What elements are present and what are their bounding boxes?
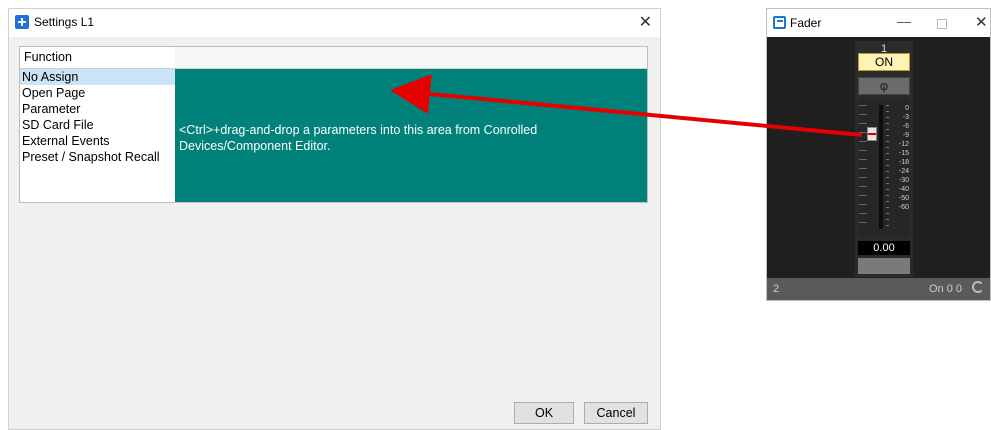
scale-label: -40 (898, 186, 909, 193)
channel-strip: 1 ON φ 0 -3 -6 -9 -12 -15 -18 -24 -30 -4… (855, 41, 913, 277)
maximize-icon[interactable] (937, 19, 947, 29)
function-header: Function (20, 47, 176, 69)
fader-titlebar: Fader — ✕ (767, 9, 990, 37)
scale-label: -30 (898, 177, 909, 184)
fader-window: Fader — ✕ 1 ON φ 0 -3 -6 -9 -12 -15 -18 … (766, 8, 991, 301)
fader-footer: 2 On 0 0 (767, 278, 990, 300)
scale-label: -12 (898, 141, 909, 148)
fader-title: Fader (790, 16, 822, 30)
function-list: Function No Assign Open Page Parameter S… (19, 46, 177, 203)
minimize-icon[interactable]: — (897, 13, 911, 29)
dialog-titlebar: Settings L1 ✕ (9, 9, 660, 37)
function-item-external-events[interactable]: External Events (20, 133, 176, 149)
editor-icon (773, 16, 786, 29)
on-button[interactable]: ON (858, 53, 910, 71)
dialog-title: Settings L1 (34, 15, 95, 29)
function-item-preset-snapshot-recall[interactable]: Preset / Snapshot Recall (20, 149, 176, 165)
app-icon (15, 15, 29, 29)
scale-label: -3 (902, 114, 909, 121)
fader-ticks (859, 105, 867, 229)
scale-label: -9 (902, 132, 909, 139)
close-icon[interactable]: ✕ (639, 12, 652, 32)
fader-track[interactable] (879, 105, 883, 229)
drop-hint-text: <Ctrl>+drag-and-drop a parameters into t… (179, 123, 538, 153)
footer-status-text: On 0 0 (928, 283, 962, 295)
parameter-drop-area[interactable]: <Ctrl>+drag-and-drop a parameters into t… (175, 69, 647, 202)
fader-value: 0.00 (858, 241, 910, 255)
scale-label: -60 (898, 204, 909, 211)
parameter-panel: <Ctrl>+drag-and-drop a parameters into t… (175, 46, 648, 203)
channel-name-box[interactable] (858, 258, 910, 274)
ok-button[interactable]: OK (514, 402, 574, 424)
function-item-sd-card-file[interactable]: SD Card File (20, 117, 176, 133)
scale-label: -6 (902, 123, 909, 130)
scale-label: -50 (898, 195, 909, 202)
scale-label: -15 (898, 150, 909, 157)
function-item-parameter[interactable]: Parameter (20, 101, 176, 117)
phase-button[interactable]: φ (858, 77, 910, 95)
fader-body: 1 ON φ 0 -3 -6 -9 -12 -15 -18 -24 -30 -4… (767, 37, 990, 300)
fader-knob[interactable] (867, 127, 877, 141)
parameter-header (175, 47, 647, 69)
close-icon[interactable]: ✕ (975, 13, 988, 31)
footer-left-text: 2 (773, 283, 780, 295)
settings-dialog: Settings L1 ✕ Function No Assign Open Pa… (8, 8, 661, 430)
fader-area: 0 -3 -6 -9 -12 -15 -18 -24 -30 -40 -50 -… (858, 99, 910, 237)
function-item-no-assign[interactable]: No Assign (20, 69, 176, 85)
cancel-button[interactable]: Cancel (584, 402, 648, 424)
sync-icon[interactable] (972, 281, 984, 293)
scale-label: 0 (905, 105, 909, 112)
scale-label: -18 (898, 159, 909, 166)
function-item-open-page[interactable]: Open Page (20, 85, 176, 101)
scale-label: -24 (898, 168, 909, 175)
